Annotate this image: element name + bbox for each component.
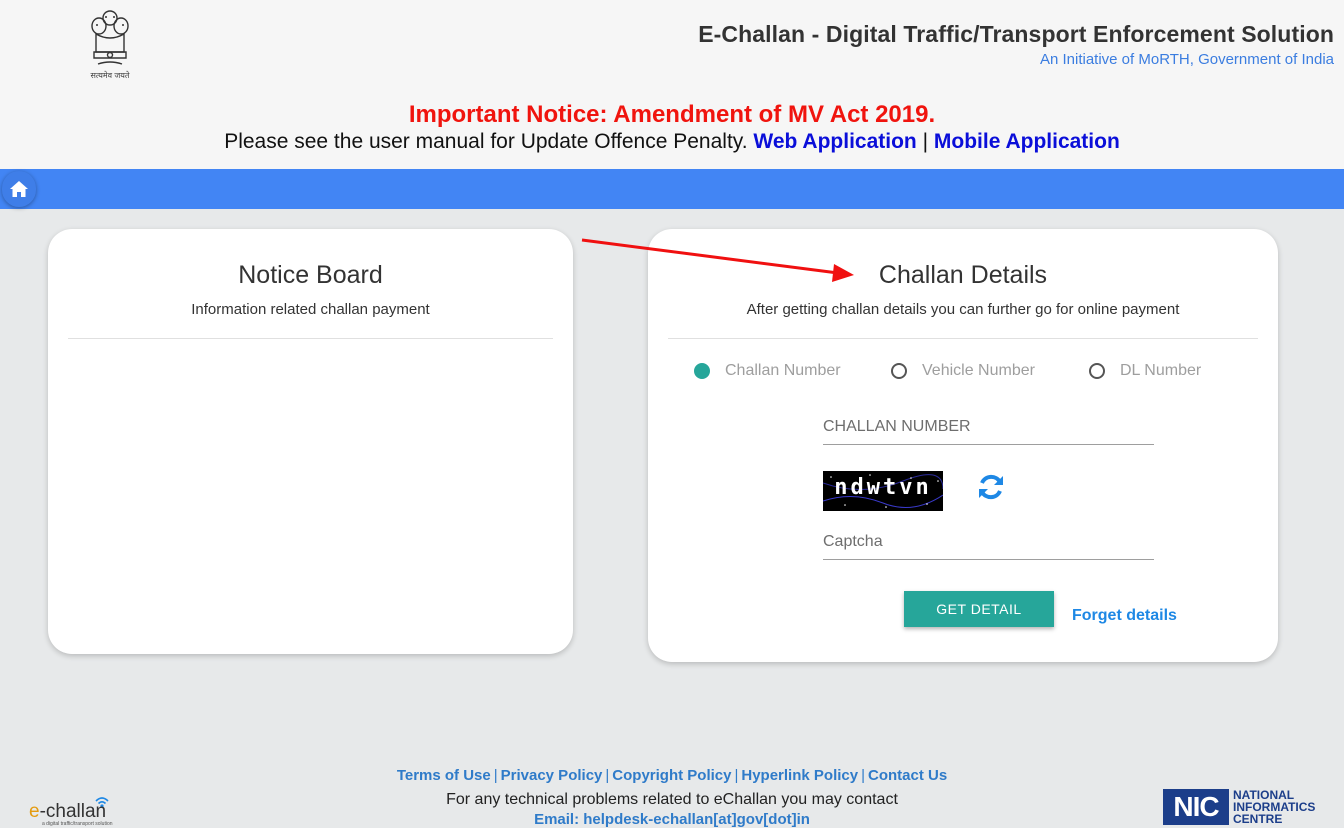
- link-separator: |: [861, 767, 865, 784]
- radio-label: DL Number: [1120, 362, 1202, 379]
- mobile-application-link[interactable]: Mobile Application: [934, 130, 1120, 153]
- divider: [668, 338, 1258, 339]
- captcha-input[interactable]: [823, 525, 1154, 560]
- site-title: E-Challan - Digital Traffic/Transport En…: [698, 21, 1334, 47]
- radio-dl-number[interactable]: DL Number: [1089, 362, 1201, 380]
- divider: [68, 338, 553, 339]
- privacy-policy-link[interactable]: Privacy Policy: [501, 767, 603, 784]
- notice-text: Please see the user manual for Update Of…: [224, 130, 748, 153]
- home-icon: [10, 181, 28, 197]
- radio-label: Challan Number: [725, 362, 841, 379]
- search-type-radio-group: Challan Number Vehicle Number DL Number: [648, 362, 1278, 382]
- link-separator: |: [493, 767, 498, 784]
- site-header: सत्यमेव जयते E-Challan - Digital Traffic…: [0, 0, 1344, 169]
- link-separator: |: [734, 767, 739, 784]
- home-button[interactable]: [2, 171, 36, 207]
- radio-checked-icon: [694, 363, 710, 379]
- important-notice-title: Important Notice: Amendment of MV Act 20…: [408, 101, 936, 128]
- site-subtitle: An Initiative of MoRTH, Government of In…: [1039, 51, 1334, 68]
- radio-label: Vehicle Number: [922, 362, 1035, 379]
- radio-unchecked-icon: [891, 363, 907, 379]
- emblem-caption: सत्यमेव जयते: [90, 71, 130, 80]
- challan-number-input[interactable]: [823, 410, 1154, 445]
- challan-details-card: Challan Details After getting challan de…: [648, 229, 1278, 662]
- notice-board-title: Notice Board: [238, 261, 383, 289]
- footer-links: Terms of Use | Privacy Policy | Copyright Po…: [0, 767, 1344, 784]
- challan-details-subtitle: After getting challan details you can fu…: [746, 301, 1180, 318]
- radio-unchecked-icon: [1089, 363, 1105, 379]
- hyperlink-policy-link[interactable]: Hyperlink Policy: [741, 767, 858, 784]
- contact-us-link[interactable]: Contact Us: [868, 767, 947, 784]
- echallan-tagline: a digital traffic/transport solution: [42, 821, 113, 827]
- captcha-text: ndwtvn: [834, 475, 932, 500]
- terms-of-use-link[interactable]: Terms of Use: [397, 767, 491, 784]
- footer-email[interactable]: Email: helpdesk-echallan[at]gov[dot]in: [0, 811, 1344, 828]
- radio-vehicle-number[interactable]: Vehicle Number: [891, 362, 1035, 380]
- top-navbar: [0, 169, 1344, 209]
- nic-logo: NIC NATIONAL INFORMATICS CENTRE: [1163, 787, 1339, 827]
- notice-board-subtitle: Information related challan payment: [191, 301, 430, 318]
- nic-logo-text: NATIONAL INFORMATICS CENTRE: [1233, 788, 1316, 826]
- echallan-logo-text: e-challan: [29, 801, 107, 822]
- copyright-policy-link[interactable]: Copyright Policy: [612, 767, 731, 784]
- captcha-image: ndwtvn: [823, 471, 943, 511]
- notice-board-card: Notice Board Information related challan…: [48, 229, 573, 654]
- radio-challan-number[interactable]: Challan Number: [694, 362, 841, 380]
- link-separator: |: [605, 767, 610, 784]
- forget-details-link[interactable]: Forget details: [1072, 607, 1177, 625]
- notice-line: Please see the user manual for Update Of…: [0, 130, 1344, 154]
- nic-logo-mark: NIC: [1163, 789, 1229, 825]
- get-detail-button[interactable]: GET DETAIL: [904, 591, 1054, 627]
- web-application-link[interactable]: Web Application: [753, 130, 916, 153]
- footer-contact-text: For any technical problems related to eC…: [446, 791, 898, 808]
- notice-separator: |: [922, 130, 929, 153]
- refresh-captcha-icon[interactable]: [976, 472, 1006, 502]
- echallan-logo: e-challan a digital traffic/transport so…: [26, 795, 116, 827]
- challan-details-title: Challan Details: [878, 261, 1048, 289]
